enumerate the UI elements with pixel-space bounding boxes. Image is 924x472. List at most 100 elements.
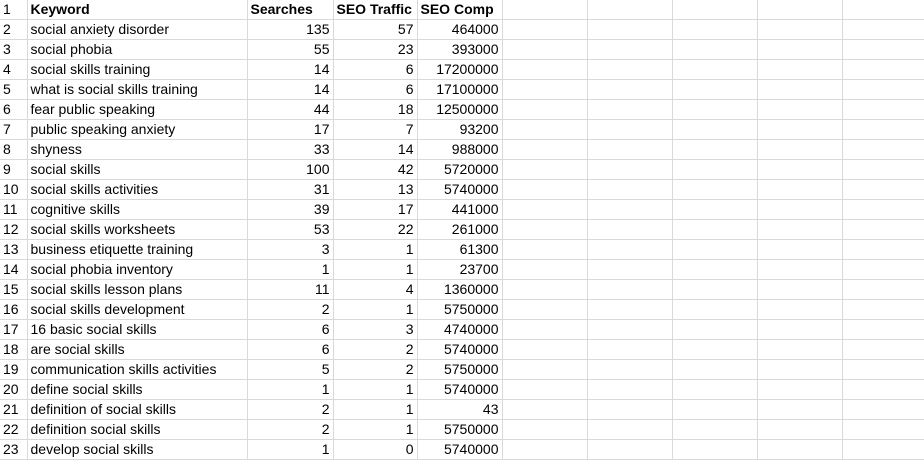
cell-seo-comp[interactable]: 441000	[417, 199, 503, 220]
cell-keyword[interactable]: what is social skills training	[27, 79, 248, 100]
cell-searches[interactable]: 100	[247, 159, 334, 180]
empty-cell[interactable]	[842, 199, 924, 220]
empty-cell[interactable]	[842, 39, 924, 60]
empty-cell[interactable]	[502, 239, 588, 260]
cell-seo-traffic[interactable]: 23	[333, 39, 418, 60]
cell-seo-comp[interactable]: 61300	[417, 239, 503, 260]
empty-cell[interactable]	[842, 159, 924, 180]
empty-cell[interactable]	[842, 319, 924, 340]
empty-cell[interactable]	[672, 79, 758, 100]
cell-searches[interactable]: 6	[247, 319, 334, 340]
empty-cell[interactable]	[502, 359, 588, 380]
empty-cell[interactable]	[587, 0, 673, 20]
cell-searches[interactable]: 135	[247, 19, 334, 40]
empty-cell[interactable]	[587, 359, 673, 380]
cell-seo-comp[interactable]: 5740000	[417, 339, 503, 360]
cell-keyword[interactable]: fear public speaking	[27, 99, 248, 120]
empty-cell[interactable]	[587, 339, 673, 360]
empty-cell[interactable]	[757, 79, 843, 100]
empty-cell[interactable]	[587, 439, 673, 460]
cell-seo-traffic[interactable]: 1	[333, 299, 418, 320]
cell-seo-traffic[interactable]: 1	[333, 259, 418, 280]
empty-cell[interactable]	[502, 59, 588, 80]
cell-keyword[interactable]: are social skills	[27, 339, 248, 360]
empty-cell[interactable]	[587, 239, 673, 260]
cell-keyword[interactable]: definition of social skills	[27, 399, 248, 420]
empty-cell[interactable]	[757, 0, 843, 20]
empty-cell[interactable]	[757, 299, 843, 320]
cell-seo-comp[interactable]: 43	[417, 399, 503, 420]
empty-cell[interactable]	[502, 279, 588, 300]
empty-cell[interactable]	[672, 219, 758, 240]
header-seo-traffic[interactable]: SEO Traffic	[333, 0, 418, 20]
empty-cell[interactable]	[672, 259, 758, 280]
empty-cell[interactable]	[757, 419, 843, 440]
empty-cell[interactable]	[842, 19, 924, 40]
empty-cell[interactable]	[587, 219, 673, 240]
empty-cell[interactable]	[587, 379, 673, 400]
empty-cell[interactable]	[587, 199, 673, 220]
cell-keyword[interactable]: develop social skills	[27, 439, 248, 460]
empty-cell[interactable]	[587, 259, 673, 280]
empty-cell[interactable]	[502, 299, 588, 320]
empty-cell[interactable]	[672, 279, 758, 300]
cell-searches[interactable]: 55	[247, 39, 334, 60]
empty-cell[interactable]	[842, 179, 924, 200]
cell-searches[interactable]: 39	[247, 199, 334, 220]
empty-cell[interactable]	[672, 339, 758, 360]
empty-cell[interactable]	[672, 419, 758, 440]
cell-searches[interactable]: 44	[247, 99, 334, 120]
empty-cell[interactable]	[587, 419, 673, 440]
cell-searches[interactable]: 3	[247, 239, 334, 260]
empty-cell[interactable]	[842, 379, 924, 400]
cell-seo-comp[interactable]: 5750000	[417, 299, 503, 320]
empty-cell[interactable]	[502, 339, 588, 360]
empty-cell[interactable]	[842, 279, 924, 300]
empty-cell[interactable]	[587, 79, 673, 100]
cell-seo-comp[interactable]: 5740000	[417, 179, 503, 200]
empty-cell[interactable]	[672, 179, 758, 200]
empty-cell[interactable]	[757, 119, 843, 140]
empty-cell[interactable]	[757, 259, 843, 280]
empty-cell[interactable]	[502, 199, 588, 220]
cell-seo-traffic[interactable]: 1	[333, 379, 418, 400]
cell-searches[interactable]: 2	[247, 419, 334, 440]
empty-cell[interactable]	[587, 59, 673, 80]
empty-cell[interactable]	[842, 359, 924, 380]
cell-keyword[interactable]: social skills	[27, 159, 248, 180]
empty-cell[interactable]	[587, 39, 673, 60]
cell-searches[interactable]: 33	[247, 139, 334, 160]
empty-cell[interactable]	[757, 99, 843, 120]
cell-searches[interactable]: 31	[247, 179, 334, 200]
cell-keyword[interactable]: definition social skills	[27, 419, 248, 440]
empty-cell[interactable]	[502, 439, 588, 460]
empty-cell[interactable]	[672, 59, 758, 80]
cell-seo-comp[interactable]: 393000	[417, 39, 503, 60]
empty-cell[interactable]	[502, 219, 588, 240]
cell-searches[interactable]: 1	[247, 379, 334, 400]
empty-cell[interactable]	[842, 0, 924, 20]
cell-keyword[interactable]: cognitive skills	[27, 199, 248, 220]
cell-searches[interactable]: 5	[247, 359, 334, 380]
cell-seo-traffic[interactable]: 17	[333, 199, 418, 220]
empty-cell[interactable]	[757, 159, 843, 180]
cell-keyword[interactable]: shyness	[27, 139, 248, 160]
empty-cell[interactable]	[842, 339, 924, 360]
empty-cell[interactable]	[502, 179, 588, 200]
cell-keyword[interactable]: social skills development	[27, 299, 248, 320]
cell-seo-comp[interactable]: 5750000	[417, 419, 503, 440]
cell-seo-traffic[interactable]: 18	[333, 99, 418, 120]
empty-cell[interactable]	[842, 259, 924, 280]
header-seo-comp[interactable]: SEO Comp	[417, 0, 503, 20]
empty-cell[interactable]	[502, 79, 588, 100]
empty-cell[interactable]	[757, 39, 843, 60]
empty-cell[interactable]	[842, 119, 924, 140]
empty-cell[interactable]	[502, 119, 588, 140]
empty-cell[interactable]	[672, 399, 758, 420]
cell-keyword[interactable]: business etiquette training	[27, 239, 248, 260]
cell-searches[interactable]: 2	[247, 399, 334, 420]
empty-cell[interactable]	[757, 439, 843, 460]
empty-cell[interactable]	[842, 59, 924, 80]
cell-seo-traffic[interactable]: 14	[333, 139, 418, 160]
cell-seo-comp[interactable]: 23700	[417, 259, 503, 280]
